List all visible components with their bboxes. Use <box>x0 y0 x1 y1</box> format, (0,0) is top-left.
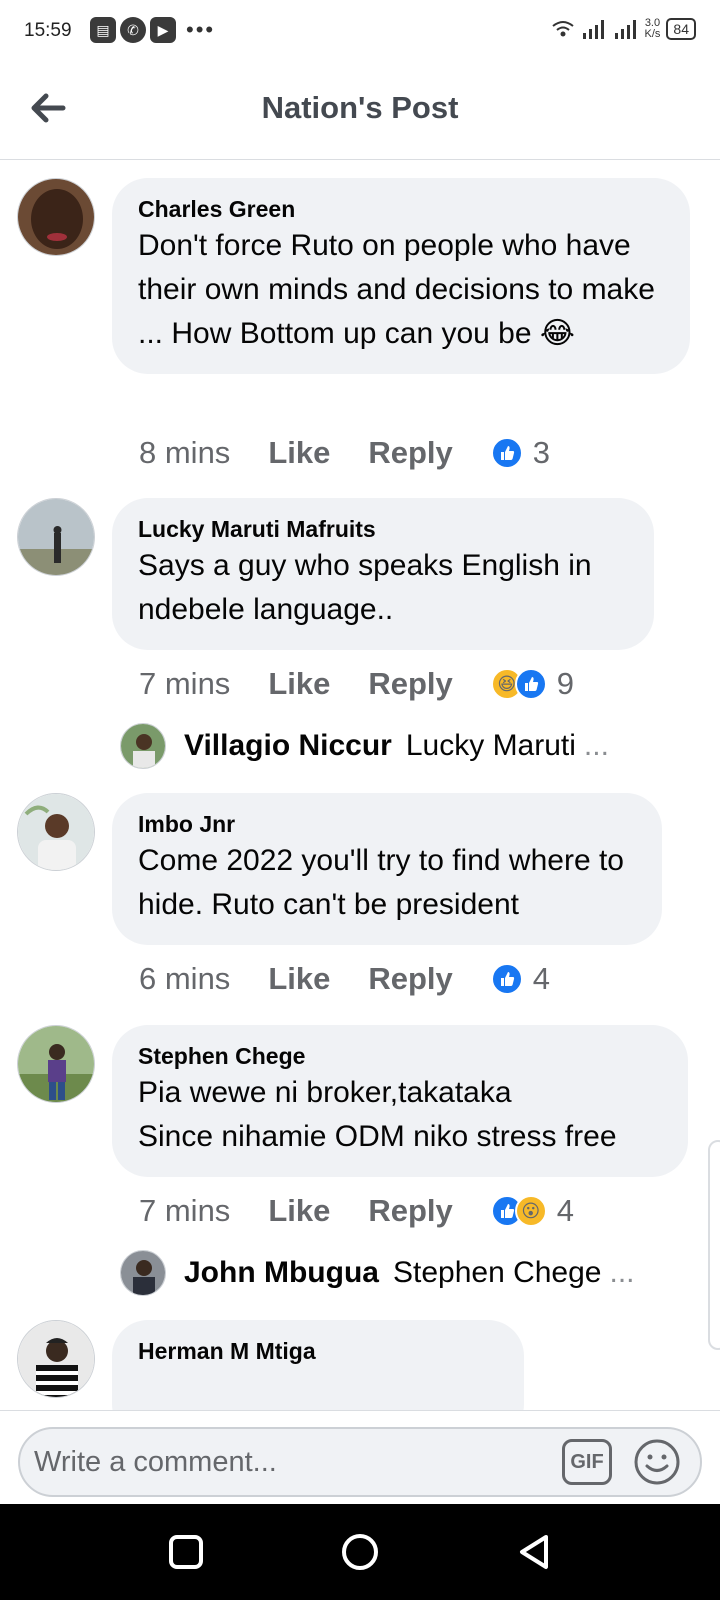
comment-input[interactable] <box>34 1437 534 1487</box>
comment-author[interactable]: Charles Green <box>138 194 664 224</box>
triangle-back-icon <box>520 1535 548 1569</box>
comment-text: Come 2022 you'll try to find where to hi… <box>138 844 624 921</box>
comment-herman-mtiga: Herman M Mtiga <box>0 1320 720 1410</box>
reply-button[interactable]: Reply <box>368 1193 452 1229</box>
comment-time[interactable]: 7 mins <box>139 666 230 702</box>
reply-avatar <box>120 1250 166 1296</box>
reply-avatar <box>120 723 166 769</box>
back-nav-button[interactable] <box>510 1528 558 1576</box>
reactions-summary[interactable]: 😆 9 <box>490 666 575 702</box>
news-notification-icon: ▤ <box>90 17 116 43</box>
reply-text: Lucky Maruti <box>405 729 576 762</box>
status-time: 15:59 <box>24 20 72 41</box>
reply-preview[interactable]: John Mbugua Stephen Chege ... <box>120 1249 635 1297</box>
comment-actions: 7 mins Like Reply 😮 4 <box>139 1191 574 1231</box>
like-button[interactable]: Like <box>268 961 330 997</box>
comment-author[interactable]: Stephen Chege <box>138 1041 662 1071</box>
square-icon <box>169 1535 203 1569</box>
reply-ellipsis: ... <box>583 729 609 762</box>
like-button[interactable]: Like <box>268 666 330 702</box>
comment-composer: GIF <box>18 1427 702 1497</box>
like-button[interactable]: Like <box>268 1193 330 1229</box>
comment-author[interactable]: Herman M Mtiga <box>138 1336 498 1366</box>
reply-button[interactable]: Reply <box>368 961 452 997</box>
notification-icons: ▤ ✆ ▶ ••• <box>90 17 215 43</box>
comment-text-line-2: Since nihamie ODM niko stress free <box>138 1120 617 1153</box>
avatar[interactable] <box>17 1025 95 1103</box>
reply-preview[interactable]: Villagio Niccur Lucky Maruti ... <box>120 722 609 770</box>
reaction-count: 9 <box>556 666 575 701</box>
comment-composer-bar: GIF <box>0 1410 720 1504</box>
recents-button[interactable] <box>162 1528 210 1576</box>
system-indicators: 3.0 K/s 84 <box>551 18 696 40</box>
comment-time[interactable]: 6 mins <box>139 961 230 997</box>
thumbs-up-icon <box>490 437 523 469</box>
reply-author: John Mbugua <box>184 1256 379 1289</box>
reply-button[interactable]: Reply <box>368 435 452 471</box>
avatar[interactable] <box>17 1320 95 1398</box>
reply-author: Villagio Niccur <box>184 729 392 762</box>
circle-icon <box>342 1534 378 1570</box>
thumbs-up-icon <box>514 668 547 700</box>
network-speed: 3.0 K/s <box>645 18 661 40</box>
comment-bubble[interactable]: Imbo Jnr Come 2022 you'll try to find wh… <box>112 793 662 945</box>
wifi-icon <box>551 21 574 37</box>
reactions-summary[interactable]: 😮 4 <box>490 1193 575 1229</box>
smiley-icon <box>634 1439 680 1485</box>
thumbs-up-icon <box>490 963 523 995</box>
battery-icon: 84 <box>666 18 696 40</box>
edge-panel-handle[interactable] <box>708 1140 720 1350</box>
reaction-count: 4 <box>556 1193 575 1228</box>
comment-bubble[interactable]: Charles Green Don't force Ruto on people… <box>112 178 690 374</box>
speed-unit: K/s <box>644 28 661 40</box>
signal-2-icon <box>614 20 636 39</box>
avatar[interactable] <box>17 498 95 576</box>
reactions-summary[interactable]: 4 <box>490 961 551 997</box>
avatar[interactable] <box>17 793 95 871</box>
page-title: Nation's Post <box>261 90 459 125</box>
comment-bubble[interactable]: Stephen Chege Pia wewe ni broker,takatak… <box>112 1025 688 1177</box>
comment-text: Don't force Ruto on people who have thei… <box>138 229 655 350</box>
emoji-button[interactable] <box>632 1437 682 1487</box>
like-button[interactable]: Like <box>268 435 330 471</box>
comment-author[interactable]: Lucky Maruti Mafruits <box>138 514 628 544</box>
comment-text: Says a guy who speaks English in ndebele… <box>138 549 592 626</box>
reply-ellipsis: ... <box>609 1256 635 1289</box>
comment-bubble[interactable]: Herman M Mtiga <box>112 1320 524 1410</box>
header: Nation's Post <box>0 64 720 160</box>
comment-time[interactable]: 7 mins <box>139 1193 230 1229</box>
reply-text: Stephen Chege <box>392 1256 602 1289</box>
youtube-notification-icon: ▶ <box>150 17 176 43</box>
wow-icon: 😮 <box>514 1195 547 1227</box>
whatsapp-notification-icon: ✆ <box>120 17 146 43</box>
comment-author[interactable]: Imbo Jnr <box>138 809 636 839</box>
signal-1-icon <box>582 20 604 39</box>
status-bar: 15:59 ▤ ✆ ▶ ••• 3.0 K/s 84 <box>0 0 720 64</box>
comment-bubble[interactable]: Lucky Maruti Mafruits Says a guy who spe… <box>112 498 654 650</box>
comment-actions: 7 mins Like Reply 😆 9 <box>139 664 574 704</box>
home-button[interactable] <box>336 1528 384 1576</box>
reaction-count: 4 <box>532 961 551 996</box>
comment-time[interactable]: 8 mins <box>139 435 230 471</box>
more-notifications-icon: ••• <box>186 17 216 42</box>
avatar[interactable] <box>17 178 95 256</box>
reply-button[interactable]: Reply <box>368 666 452 702</box>
comment-text-line-1: Pia wewe ni broker,takataka <box>138 1076 512 1109</box>
system-navigation-bar <box>0 1504 720 1600</box>
comment-actions: 6 mins Like Reply 4 <box>139 959 550 999</box>
gif-button[interactable]: GIF <box>562 1439 612 1485</box>
reactions-summary[interactable]: 3 <box>490 435 551 471</box>
comment-actions: 8 mins Like Reply 3 <box>139 433 550 473</box>
reaction-count: 3 <box>532 435 551 470</box>
